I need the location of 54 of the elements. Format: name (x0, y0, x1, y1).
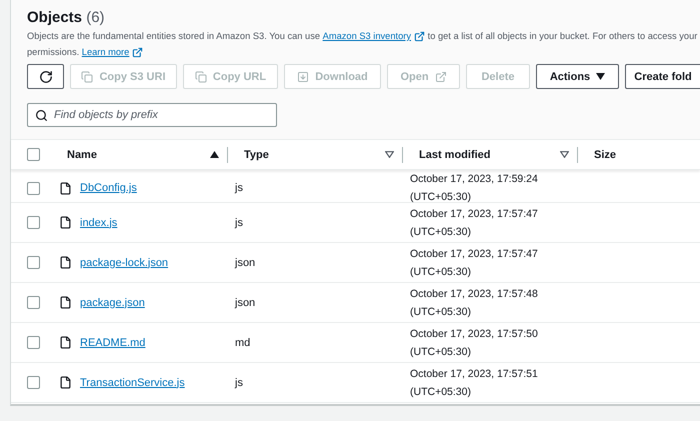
table-cell-text: js (234, 182, 244, 194)
refresh-icon (38, 70, 52, 84)
table-cell-text: October 17, 2023, 17:59:24 (UTC+05:30) (409, 172, 539, 205)
external-link[interactable]: Learn more (82, 44, 144, 60)
refresh-button[interactable] (27, 64, 64, 89)
object-name-link[interactable]: package-lock.json (80, 256, 168, 268)
column-header[interactable]: Last modified (419, 148, 491, 160)
file-icon (59, 182, 72, 194)
search-field[interactable]: Find objects by prefix (27, 103, 277, 127)
table-cell-text: js (234, 216, 244, 228)
row-checkbox[interactable] (27, 256, 40, 269)
table-cell-text: js (234, 376, 244, 388)
column-header[interactable]: Size (594, 148, 616, 160)
copy-icon (81, 70, 94, 82)
table-cell-text: October 17, 2023, 17:57:48 (UTC+05:30) (409, 286, 539, 320)
toolbar-button[interactable]: Create fold (625, 64, 700, 89)
table-cell-text: md (234, 336, 252, 348)
table-cell-text: October 17, 2023, 17:57:47 (UTC+05:30) (409, 246, 539, 280)
table-cell-text: October 17, 2023, 17:57:47 (UTC+05:30) (409, 206, 539, 240)
caret-icon (596, 73, 606, 80)
file-icon (59, 336, 72, 349)
object-name-link[interactable]: index.js (80, 216, 118, 228)
copy-icon (194, 70, 207, 82)
search-icon (35, 109, 48, 122)
sort-icon[interactable] (385, 151, 394, 158)
file-icon (59, 296, 72, 309)
external-link-icon (434, 70, 447, 82)
object-name-link[interactable]: README.md (80, 336, 146, 348)
row-checkbox[interactable] (27, 336, 40, 349)
table-cell-text: October 17, 2023, 17:57:50 (UTC+05:30) (409, 326, 539, 360)
row-checkbox[interactable] (27, 216, 40, 229)
file-icon (59, 256, 72, 269)
file-icon (59, 376, 72, 389)
row-checkbox[interactable] (27, 296, 40, 309)
sort-icon[interactable] (560, 151, 569, 158)
actions-button[interactable]: Actions (536, 64, 619, 89)
table-cell-text: October 17, 2023, 17:57:51 (UTC+05:30) (409, 366, 539, 400)
table-cell-text: json (234, 256, 256, 268)
file-icon (59, 216, 72, 229)
description-text: Objects are the fundamental entities stored in Amazon S3. You can use Amazon S3 inventory to get a list of all objects in your bucket. For others to access your (27, 28, 700, 44)
panel-title: Objects (6) (27, 8, 106, 28)
object-name-link[interactable]: package.json (80, 296, 145, 308)
external-link[interactable]: Amazon S3 inventory (322, 28, 426, 44)
description-text: permissions. Learn more (27, 44, 700, 60)
object-name-link[interactable]: TransactionService.js (80, 376, 185, 388)
download-icon (297, 70, 310, 82)
row-checkbox[interactable] (27, 376, 40, 389)
table-cell-text: json (234, 296, 256, 308)
select-all-checkbox[interactable] (27, 148, 40, 161)
row-checkbox[interactable] (27, 182, 40, 194)
object-name-link[interactable]: DbConfig.js (80, 182, 137, 194)
column-header[interactable]: Type (244, 148, 269, 160)
column-header[interactable]: Name (67, 148, 97, 160)
sort-ascending-icon[interactable] (210, 151, 219, 158)
